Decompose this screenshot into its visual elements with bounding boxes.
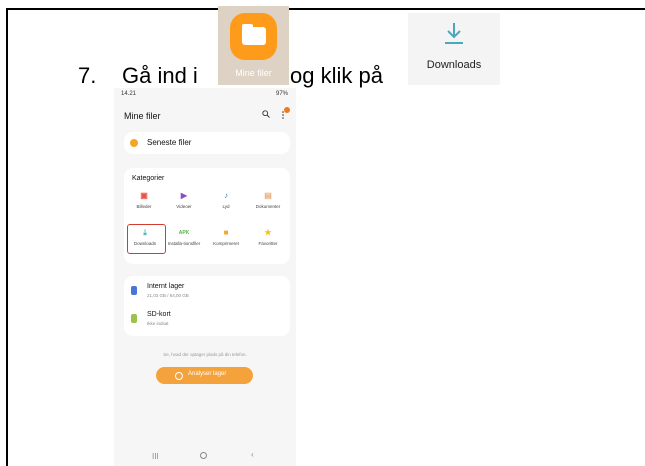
category-label: Installa-tionsfiler [167, 241, 201, 246]
mine-filer-icon-crop: Mine filer [218, 6, 289, 85]
phone-storage-icon [131, 286, 137, 295]
pictures-icon: ▣ [140, 191, 148, 200]
category-label: Lyd [222, 204, 230, 209]
sd-card-name[interactable]: SD-kort [147, 311, 171, 318]
category-label: Favoritter [258, 241, 278, 246]
analyze-storage-label: Analyser lager [188, 371, 227, 377]
downloads-highlight-box [127, 224, 166, 254]
notification-badge [284, 107, 290, 113]
phone-screenshot: 14.21 97% Mine filer Seneste filer Kateg… [114, 88, 296, 466]
compressed-icon: ■ [223, 228, 229, 237]
clock-icon [130, 139, 138, 147]
page-border-left [6, 8, 8, 466]
categories-title: Kategorier [132, 175, 165, 182]
category-compressed[interactable]: ■ Komprimeret [206, 228, 246, 256]
category-label: Videoer [176, 204, 192, 209]
sd-card-icon [131, 314, 137, 323]
downloads-crop-label: Downloads [426, 59, 482, 71]
category-favorites[interactable]: ★ Favoritter [248, 228, 288, 256]
internal-storage-usage: 21,03 GB / 64,00 GB [147, 293, 189, 298]
apk-icon: APK [178, 230, 190, 236]
download-icon [445, 23, 463, 44]
status-bar: 14.21 97% [114, 88, 296, 100]
category-label: Billeder [136, 204, 152, 209]
app-icon-label: Mine filer [235, 68, 272, 78]
category-videos[interactable]: ▶ Videoer [164, 191, 204, 219]
step-text-before: Gå ind i [122, 63, 198, 88]
documents-icon: ▤ [264, 191, 272, 200]
category-label: Dokumenter [255, 204, 281, 209]
storage-card: Internt lager 21,03 GB / 64,00 GB SD-kor… [124, 276, 290, 336]
videos-icon: ▶ [180, 191, 188, 200]
internal-storage-name[interactable]: Internt lager [147, 283, 184, 290]
home-icon[interactable] [200, 452, 207, 459]
recent-apps-icon[interactable]: III [152, 452, 159, 461]
system-nav-bar: III ‹ [114, 450, 296, 464]
category-pictures[interactable]: ▣ Billeder [124, 191, 164, 219]
category-label: Komprimeret [213, 241, 239, 246]
mine-filer-app-icon [230, 13, 277, 60]
star-icon: ★ [264, 228, 272, 237]
categories-card: Kategorier ▣ Billeder ▶ Videoer ♪ Lyd ▤ … [124, 168, 290, 264]
search-icon[interactable] [262, 110, 270, 118]
audio-icon: ♪ [224, 191, 228, 200]
step-text-after: og klik på [290, 63, 383, 88]
category-documents[interactable]: ▤ Dokumenter [248, 191, 288, 219]
recent-files-card[interactable]: Seneste filer [124, 132, 290, 154]
back-icon[interactable]: ‹ [251, 450, 254, 459]
category-installation-files[interactable]: APK Installa-tionsfiler [164, 228, 204, 256]
downloads-crop: Downloads [408, 13, 500, 85]
storage-hint: Se, hvad der optager plads på din telefo… [163, 352, 247, 357]
recent-files-label: Seneste filer [147, 138, 192, 147]
step-number: 7. [78, 63, 97, 88]
analyze-icon [175, 372, 183, 380]
sd-card-status: Ikke indsat [147, 321, 169, 326]
status-battery: 97% [275, 91, 288, 97]
analyze-storage-button[interactable]: Analyser lager [156, 367, 253, 384]
status-time: 14.21 [121, 91, 137, 97]
page-border-top [6, 8, 645, 10]
app-title: Mine filer [124, 111, 161, 121]
category-audio[interactable]: ♪ Lyd [206, 191, 246, 219]
folder-icon [242, 27, 266, 45]
